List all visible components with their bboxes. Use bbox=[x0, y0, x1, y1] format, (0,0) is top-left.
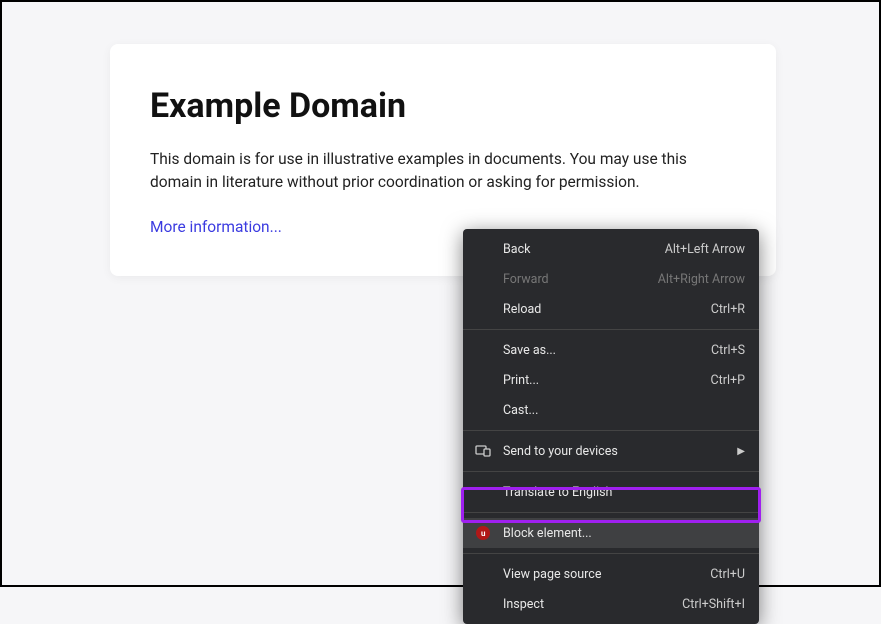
menu-send-to-devices[interactable]: Send to your devices ▶ bbox=[463, 436, 759, 466]
menu-shortcut: Ctrl+Shift+I bbox=[682, 597, 745, 612]
menu-reload[interactable]: Reload Ctrl+R bbox=[463, 294, 759, 324]
menu-shortcut: Ctrl+S bbox=[711, 343, 745, 358]
page-title: Example Domain bbox=[150, 86, 736, 126]
page-body: This domain is for use in illustrative e… bbox=[150, 148, 736, 195]
menu-separator bbox=[463, 553, 759, 554]
menu-separator bbox=[463, 512, 759, 513]
ublock-icon: u bbox=[475, 525, 491, 541]
menu-label: View page source bbox=[503, 567, 710, 582]
more-info-link[interactable]: More information... bbox=[150, 218, 282, 236]
menu-back[interactable]: Back Alt+Left Arrow bbox=[463, 234, 759, 264]
menu-view-source[interactable]: View page source Ctrl+U bbox=[463, 559, 759, 589]
devices-icon bbox=[475, 443, 491, 459]
menu-label: Cast... bbox=[503, 403, 745, 418]
menu-label: Block element... bbox=[503, 526, 745, 541]
menu-separator bbox=[463, 471, 759, 472]
menu-label: Send to your devices bbox=[503, 444, 729, 459]
menu-label: Inspect bbox=[503, 597, 682, 612]
menu-cast[interactable]: Cast... bbox=[463, 395, 759, 425]
menu-label: Save as... bbox=[503, 343, 711, 358]
menu-label: Translate to English bbox=[503, 485, 745, 500]
menu-shortcut: Ctrl+R bbox=[711, 302, 745, 317]
menu-separator bbox=[463, 329, 759, 330]
menu-label: Reload bbox=[503, 302, 711, 317]
menu-shortcut: Ctrl+U bbox=[710, 567, 745, 582]
menu-label: Print... bbox=[503, 373, 711, 388]
menu-save-as[interactable]: Save as... Ctrl+S bbox=[463, 335, 759, 365]
menu-label: Back bbox=[503, 242, 665, 257]
submenu-arrow-icon: ▶ bbox=[737, 446, 745, 457]
menu-translate[interactable]: Translate to English bbox=[463, 477, 759, 507]
menu-block-element[interactable]: u Block element... bbox=[463, 518, 759, 548]
menu-shortcut: Alt+Right Arrow bbox=[658, 272, 745, 287]
menu-label: Forward bbox=[503, 272, 658, 287]
menu-print[interactable]: Print... Ctrl+P bbox=[463, 365, 759, 395]
menu-inspect[interactable]: Inspect Ctrl+Shift+I bbox=[463, 589, 759, 619]
menu-shortcut: Ctrl+P bbox=[711, 373, 745, 388]
menu-shortcut: Alt+Left Arrow bbox=[665, 242, 745, 257]
menu-forward: Forward Alt+Right Arrow bbox=[463, 264, 759, 294]
menu-separator bbox=[463, 430, 759, 431]
context-menu: Back Alt+Left Arrow Forward Alt+Right Ar… bbox=[463, 229, 759, 624]
